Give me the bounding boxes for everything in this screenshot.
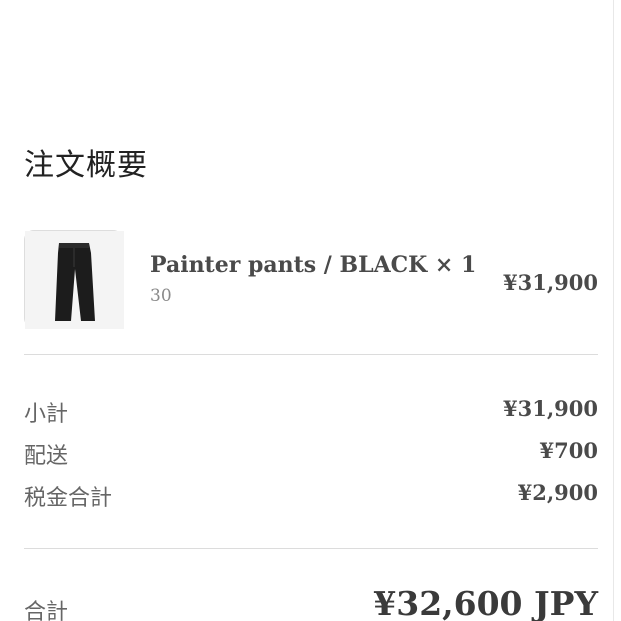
order-summary-title: 注文概要: [24, 148, 148, 183]
pants-image-icon: [25, 231, 124, 329]
shipping-value: ¥700: [539, 438, 598, 463]
product-name: Painter pants / BLACK × 1: [150, 252, 477, 278]
product-variant: 30: [150, 286, 172, 306]
divider: [24, 354, 598, 355]
total-row: 合計 ¥32,600 JPY: [24, 580, 598, 621]
shipping-label: 配送: [24, 444, 69, 469]
total-value: ¥32,600 JPY: [373, 584, 598, 621]
tax-value: ¥2,900: [517, 480, 598, 505]
subtotal-label: 小計: [24, 402, 69, 427]
page-edge-divider: [613, 0, 614, 621]
product-thumbnail: [24, 230, 124, 329]
product-price: ¥31,900: [503, 270, 598, 295]
shipping-row: 配送 ¥700: [24, 438, 598, 470]
total-label: 合計: [24, 600, 69, 621]
subtotal-row: 小計 ¥31,900: [24, 396, 598, 428]
divider: [24, 548, 598, 549]
subtotal-value: ¥31,900: [503, 396, 598, 421]
tax-label: 税金合計: [24, 486, 113, 511]
tax-row: 税金合計 ¥2,900: [24, 480, 598, 512]
line-item: Painter pants / BLACK × 1 30 ¥31,900: [24, 230, 598, 329]
